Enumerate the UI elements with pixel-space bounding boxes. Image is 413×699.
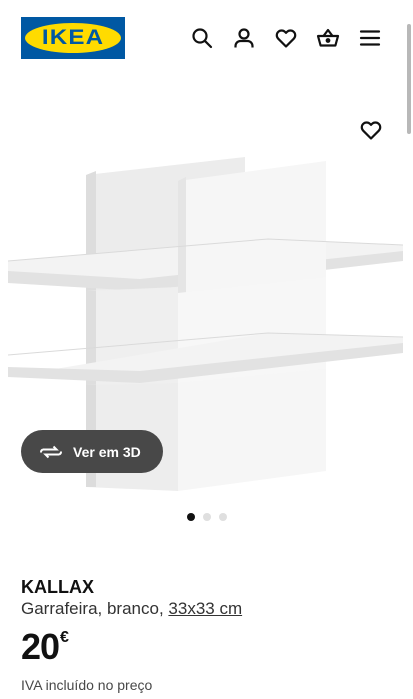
product-info: KALLAX Garrafeira, branco, 33x33 cm 20 €… bbox=[21, 576, 401, 693]
search-icon[interactable] bbox=[190, 26, 214, 50]
product-gallery[interactable]: Ver em 3D bbox=[0, 85, 413, 535]
product-name: KALLAX bbox=[21, 577, 94, 597]
heart-icon[interactable] bbox=[274, 26, 298, 50]
ikea-logo[interactable]: IKEA bbox=[21, 17, 125, 59]
product-description: Garrafeira, branco, 33x33 cm bbox=[21, 598, 401, 620]
pagination-dot-3[interactable] bbox=[218, 513, 227, 521]
pagination-dot-2[interactable] bbox=[202, 513, 211, 521]
product-description-text: Garrafeira, branco, bbox=[21, 599, 169, 618]
account-icon[interactable] bbox=[232, 26, 256, 50]
price-currency: € bbox=[60, 629, 69, 646]
view-3d-label: Ver em 3D bbox=[73, 443, 141, 460]
save-favourite-icon[interactable] bbox=[359, 118, 383, 142]
price-integer: 20 bbox=[21, 626, 60, 667]
menu-icon[interactable] bbox=[358, 26, 382, 50]
basket-icon[interactable] bbox=[316, 26, 340, 50]
gallery-pagination bbox=[0, 513, 413, 521]
vat-note: IVA incluído no preço bbox=[21, 677, 153, 693]
product-price: 20 € bbox=[21, 629, 401, 665]
pagination-dot-1[interactable] bbox=[186, 513, 195, 521]
view-3d-button[interactable]: Ver em 3D bbox=[21, 430, 163, 473]
product-dimensions-link[interactable]: 33x33 cm bbox=[168, 599, 242, 618]
logo-text: IKEA bbox=[41, 26, 105, 49]
rotate-3d-icon bbox=[40, 445, 62, 458]
site-header: IKEA bbox=[0, 0, 413, 78]
logo-oval: IKEA bbox=[25, 23, 121, 53]
